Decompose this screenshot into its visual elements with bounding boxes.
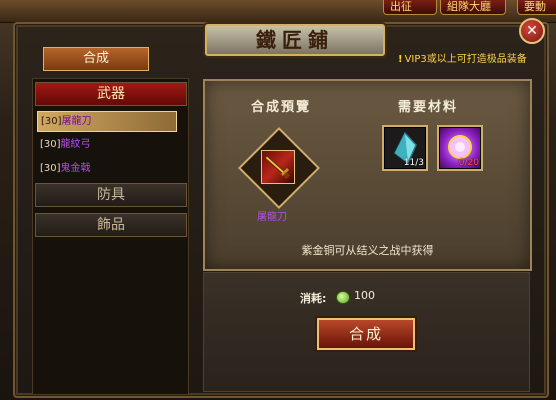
item-name: 龍紋弓 (60, 139, 91, 150)
item-row-longwengong[interactable]: [30]龍紋弓 (37, 135, 175, 154)
preview-heading: 合成預覽 (251, 100, 312, 115)
item-row-guijinji[interactable]: [30]鬼金戟 (37, 159, 175, 178)
synthesize-button[interactable]: 合成 (317, 318, 415, 350)
sword-icon (264, 155, 291, 180)
synthesize-tab[interactable]: 合成 (43, 47, 149, 71)
close-icon[interactable]: ✕ (519, 18, 545, 44)
chuzheng-tab[interactable]: 出征 (383, 0, 437, 15)
item-level: [30] (40, 163, 61, 174)
team-hall-tab[interactable]: 組隊大廳 (440, 0, 506, 15)
cost-value: 100 (354, 289, 375, 302)
item-name: 鬼金戟 (60, 163, 91, 174)
vip-notice: ! VIP3或以上可打造极品装备 (398, 54, 527, 65)
item-level: [30] (41, 116, 62, 127)
coin-icon (336, 291, 350, 304)
material-slot-crystal[interactable]: 11/3 (382, 125, 428, 171)
material-source-text: 紫金铜可从结义之战中获得 (301, 244, 434, 257)
category-list: 武器 [30]屠龍刀 [30]龍紋弓 [30]鬼金戟 防具 飾品 (32, 78, 189, 395)
warning-icon: ! (398, 54, 403, 65)
cost-label: 消耗: (300, 292, 327, 305)
item-level: [30] (40, 139, 61, 150)
category-armor[interactable]: 防具 (35, 183, 187, 207)
result-item-name: 屠龍刀 (257, 212, 287, 223)
window-title: 鐵匠鋪 (205, 24, 385, 56)
material-count: 0/20 (458, 158, 479, 168)
category-weapon[interactable]: 武器 (35, 82, 187, 106)
synthesis-preview-panel: 合成預覽 需要材料 屠龍刀 11/3 0/20 紫金铜可从结义之战中获得 (203, 79, 532, 271)
item-name: 屠龍刀 (61, 116, 92, 127)
category-jewelry[interactable]: 飾品 (35, 213, 187, 237)
material-count: 11/3 (403, 158, 424, 168)
cost-area: 消耗: 100 合成 (203, 272, 530, 392)
event-tab[interactable]: 要動 (517, 0, 556, 15)
item-row-tulongdao[interactable]: [30]屠龍刀 (37, 111, 177, 132)
material-slot-orb[interactable]: 0/20 (437, 125, 483, 171)
materials-heading: 需要材料 (398, 100, 459, 115)
